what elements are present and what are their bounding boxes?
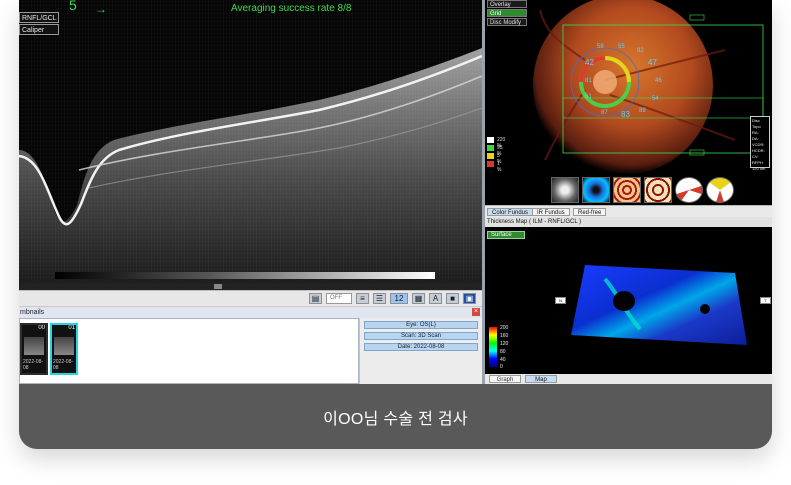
legend-chip <box>487 137 494 143</box>
scan-info: Scan: 3D Scan <box>364 332 478 340</box>
thumbnail-image <box>24 337 44 355</box>
direction-arrow-icon: → <box>95 2 107 16</box>
sector-value: 47 <box>648 58 657 67</box>
sector-value: 58 <box>597 44 604 50</box>
colorbar-label: 120 <box>500 341 509 347</box>
legend-label: 1 % <box>497 161 502 173</box>
tab-map[interactable]: Map <box>525 375 557 383</box>
thumbnail-item-selected[interactable]: 01 2022-08-08 <box>50 323 78 375</box>
grayscale-bar <box>55 272 435 279</box>
nasal-marker: N <box>555 297 566 304</box>
analysis-thumb-blue[interactable] <box>582 177 610 203</box>
close-icon[interactable]: × <box>472 308 480 316</box>
thumbnails-title: mbnails <box>20 309 45 316</box>
oct-scroll-thumb[interactable] <box>214 284 222 289</box>
sector-value: 81 <box>585 78 592 84</box>
fundus-view[interactable]: Overlay Grid Disc Modify 58 55 82 42 47 … <box>485 0 772 205</box>
legend-chip <box>487 161 494 167</box>
thumbnail-image <box>54 337 74 355</box>
oct-noise-overlay <box>19 0 482 290</box>
date-info: Date: 2022-08-08 <box>364 343 478 351</box>
caption-bar: 이OO님 수술 전 검사 <box>19 384 772 449</box>
stack-icon[interactable]: ☰ <box>373 293 386 304</box>
disc-modify-menu-item[interactable]: Disc Modify <box>487 18 527 26</box>
tab-ir-fundus[interactable]: IR Fundus <box>532 208 570 216</box>
frame-number: 5 <box>69 0 77 13</box>
analysis-thumb-gray[interactable] <box>551 177 579 203</box>
info-line: Disc Topo <box>752 118 761 129</box>
colorbar-label: 160 <box>500 333 509 339</box>
fundus-tabs: Color Fundus IR Fundus Red-free <box>485 205 772 217</box>
screenshot-card: RNFL/GCL Caliper 5 → Averaging success r… <box>19 0 772 449</box>
layers-icon[interactable]: ≡ <box>356 293 369 304</box>
colorbar-label: 40 <box>500 357 506 363</box>
sector-value: 46 <box>655 78 662 84</box>
averaging-status: Averaging success rate 8/8 <box>231 3 352 14</box>
sector-value: 89 <box>639 108 646 114</box>
fundus-image <box>533 0 764 175</box>
thumbnail-date: 2022-08-08 <box>53 359 74 371</box>
display-icon[interactable]: ▣ <box>463 293 476 304</box>
analysis-thumb-sector-ring[interactable] <box>675 177 703 203</box>
thumbnails-area: 00 2022-08-08 01 2022-08-08 <box>19 318 359 384</box>
overlay-menu-item[interactable]: Overlay <box>487 0 527 8</box>
oct-toolbar: ▤ OFF ≡ ☰ 12 ▦ A ■ ▣ <box>19 290 482 306</box>
bottom-tabs: Graph Map <box>485 374 772 384</box>
thumbnail-date: 2022-08-08 <box>23 359 44 371</box>
caliper-label[interactable]: Caliper <box>19 24 59 35</box>
legend-chip <box>487 145 494 151</box>
sector-value: 87 <box>601 110 608 116</box>
overlay-icon[interactable]: ▤ <box>309 293 322 304</box>
oct-scrollbar[interactable] <box>19 283 482 290</box>
info-line: 120 um <box>752 166 766 171</box>
eye-info: Eye: OS(L) <box>364 321 478 329</box>
tab-red-free[interactable]: Red-free <box>573 208 607 216</box>
analysis-thumb-clock-ring[interactable] <box>706 177 734 203</box>
layer-label-rnfl[interactable]: RNFL/GCL <box>19 12 59 23</box>
analysis-thumb-deviation[interactable] <box>613 177 641 203</box>
sector-value: 61 <box>585 94 592 100</box>
sector-value: 82 <box>637 48 644 54</box>
tab-graph[interactable]: Graph <box>489 375 521 383</box>
text-tool-button[interactable]: A <box>429 293 442 304</box>
colorbar-label: 200 <box>500 325 509 331</box>
thumbnail-number: 01 <box>68 325 75 331</box>
thickness-colorbar <box>489 327 497 367</box>
disc-topography-box: Disc Topo RA: DA: VCDR: HCDR: CV: RFPH 1… <box>750 116 770 171</box>
sector-value: 83 <box>621 110 630 119</box>
zoom-select[interactable]: 12 <box>390 293 408 304</box>
temporal-marker: T <box>760 297 771 304</box>
grid-menu-item[interactable]: Grid <box>487 9 527 17</box>
thumbnail-item[interactable]: 00 2022-08-08 <box>20 323 48 375</box>
thickness-surface-3d <box>571 265 747 345</box>
scan-info-panel: Eye: OS(L) Scan: 3D Scan Date: 2022-08-0… <box>359 318 482 384</box>
colorbar-label: 80 <box>500 349 506 355</box>
grid-icon[interactable]: ▦ <box>412 293 425 304</box>
oct-scan-view[interactable]: RNFL/GCL Caliper 5 → Averaging success r… <box>19 0 482 290</box>
sector-value: 42 <box>585 58 594 67</box>
thickness-map-view[interactable]: Thickness Map ( ILM - RNFL/GCL ) Surface… <box>485 217 772 384</box>
tab-color-fundus[interactable]: Color Fundus <box>487 208 534 216</box>
caption-text: 이OO님 수술 전 검사 <box>323 410 468 428</box>
legend-chip <box>487 153 494 159</box>
palette-icon[interactable]: ■ <box>446 293 459 304</box>
thumbnail-number: 00 <box>38 325 45 331</box>
analysis-thumb-significance[interactable] <box>644 177 672 203</box>
off-dropdown[interactable]: OFF <box>326 293 352 304</box>
sector-value: 55 <box>618 44 625 50</box>
thumbnails-header: mbnails × <box>19 307 482 318</box>
sector-value: 54 <box>652 96 659 102</box>
colorbar-label: 0 <box>500 364 503 370</box>
